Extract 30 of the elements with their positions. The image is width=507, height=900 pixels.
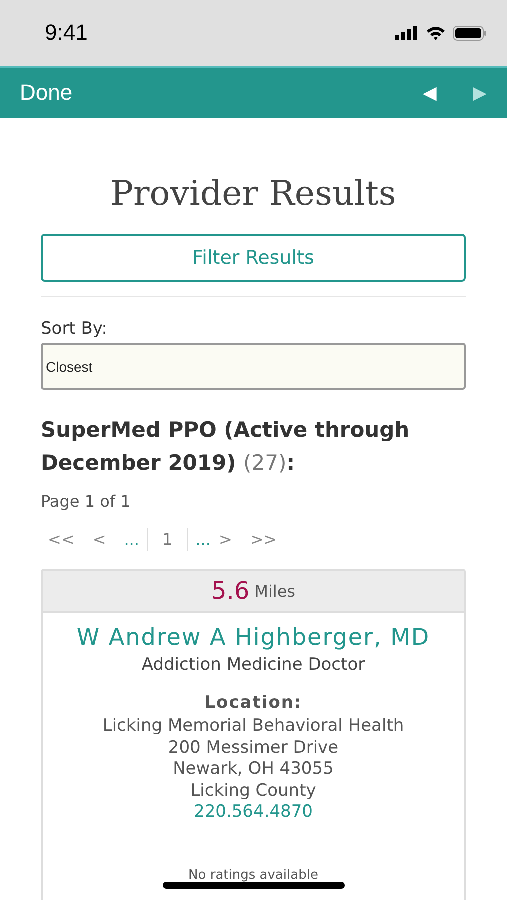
page-info: Page 1 of 1 [41,492,132,511]
pager-link[interactable]: << [48,530,75,548]
ratings-text: No ratings available [188,868,320,882]
page-number[interactable]: 1 [147,528,188,550]
battery-icon [453,26,487,40]
page-title: Provider Results [110,174,398,214]
sort-dropdown[interactable]: Closest [41,343,466,390]
filter-results-button[interactable]: Filter Results [41,234,466,282]
provider-name-link[interactable]: W Andrew A Highberger, MD [43,625,464,651]
distance: 5.6 [211,577,250,605]
pager-link[interactable]: > [218,530,232,548]
pager-ellipsis[interactable]: ... [124,530,140,548]
location-label: Location: [204,693,304,713]
pager-link[interactable]: >> [250,530,278,548]
address-line: Newark, OH 43055 [172,759,335,780]
back-button[interactable]: ◀ [423,82,437,104]
address-line: Licking Memorial Behavioral Health [102,716,406,738]
plan-heading: SuperMed PPO (Active through December 2019) (27): [41,417,411,477]
wifi-icon [426,26,446,40]
address-line: Licking County [190,780,318,802]
signal-icon [395,26,419,40]
address-line: 200 Messimer Drive [167,738,340,759]
clock: 9:41 [45,20,88,46]
phone-link[interactable]: 220.564.4870 [43,802,464,824]
specialty: Addiction Medicine Doctor [140,655,366,675]
distance-unit: Miles [254,582,296,600]
pager-ellipsis[interactable]: ... [196,530,211,548]
done-button[interactable]: Done [20,80,73,106]
sort-label: Sort By: [41,319,108,339]
pager-link[interactable]: < [92,530,106,548]
